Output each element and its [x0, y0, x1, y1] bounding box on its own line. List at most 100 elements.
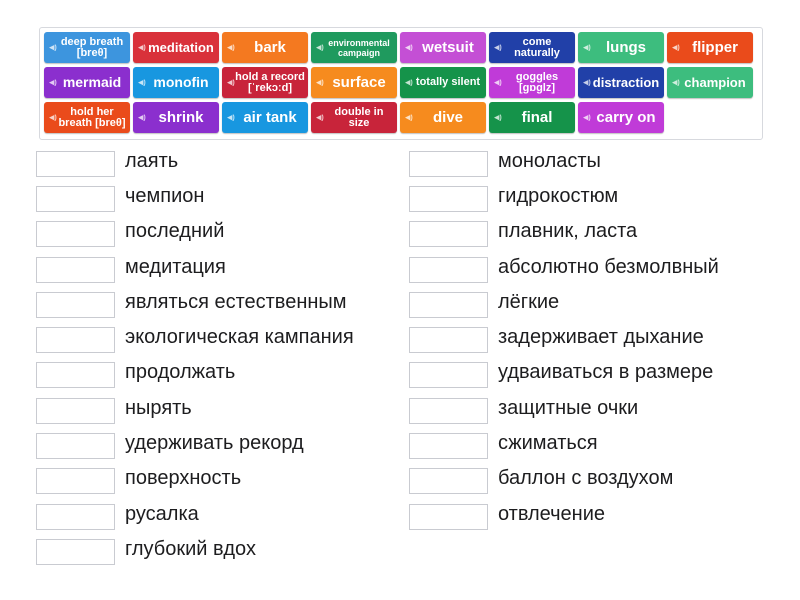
definition-text: защитные очки [498, 397, 639, 419]
tile-bark[interactable]: ◀) bark [222, 32, 308, 63]
answer-slot[interactable] [36, 504, 115, 530]
speaker-icon[interactable]: ◀) [138, 114, 146, 121]
speaker-icon[interactable]: ◀) [49, 114, 57, 121]
answer-slot[interactable] [36, 433, 115, 459]
speaker-icon[interactable]: ◀) [316, 79, 324, 86]
tile-meditation[interactable]: ◀) meditation [133, 32, 219, 63]
tile-come-naturally[interactable]: ◀) come naturally [489, 32, 575, 63]
tile-air-tank[interactable]: ◀) air tank [222, 102, 308, 133]
speaker-icon[interactable]: ◀) [227, 44, 235, 51]
speaker-icon[interactable]: ◀) [138, 44, 146, 51]
definition-text: удваиваться в размере [498, 361, 714, 383]
tile-mermaid[interactable]: ◀) mermaid [44, 67, 130, 98]
answer-slot[interactable] [409, 327, 488, 353]
tile-label: surface [332, 74, 386, 91]
speaker-icon[interactable]: ◀) [405, 79, 413, 86]
answer-slot[interactable] [36, 151, 115, 177]
definition-text: медитация [125, 256, 226, 278]
speaker-icon[interactable]: ◀) [494, 79, 502, 86]
tile-label: carry on [596, 109, 656, 126]
tile-final[interactable]: ◀) final [489, 102, 575, 133]
answer-slot[interactable] [36, 257, 115, 283]
tile-environmental-campaign[interactable]: ◀) environmental campaign [311, 32, 397, 63]
tile-deep-breath[interactable]: ◀) deep breath [breθ] [44, 32, 130, 63]
answer-slot[interactable] [409, 221, 488, 247]
speaker-icon[interactable]: ◀) [49, 44, 57, 51]
tile-distraction[interactable]: ◀) distraction [578, 67, 664, 98]
tile-hold-a-record[interactable]: ◀) hold a record [ˈrekɔːd] [222, 67, 308, 98]
definition-text: гидрокостюм [498, 185, 619, 207]
answer-slot[interactable] [36, 327, 115, 353]
tile-surface[interactable]: ◀) surface [311, 67, 397, 98]
answer-slot[interactable] [409, 151, 488, 177]
speaker-icon[interactable]: ◀) [227, 79, 235, 86]
tile-label: hold a record [ˈrekɔːd] [235, 70, 305, 94]
speaker-icon[interactable]: ◀) [405, 44, 413, 51]
tile-label: mermaid [62, 74, 122, 90]
tile-label: deep breath [breθ] [60, 35, 124, 59]
answer-slot[interactable] [409, 504, 488, 530]
tile-double-in-size[interactable]: ◀) double in size [311, 102, 397, 133]
definition-text: сжиматься [498, 432, 598, 454]
definition-text: являться естественным [125, 291, 347, 313]
tile-wetsuit[interactable]: ◀) wetsuit [400, 32, 486, 63]
speaker-icon[interactable]: ◀) [405, 114, 413, 121]
speaker-icon[interactable]: ◀) [316, 114, 324, 121]
speaker-icon[interactable]: ◀) [583, 114, 591, 121]
definition-text: глубокий вдох [125, 538, 256, 560]
definition-text: нырять [125, 397, 192, 419]
tile-label: dive [432, 109, 463, 126]
speaker-icon[interactable]: ◀) [49, 79, 57, 86]
tile-label: distraction [592, 75, 660, 90]
tile-label: shrink [158, 109, 204, 126]
answer-slot[interactable] [36, 362, 115, 388]
answer-slot[interactable] [409, 292, 488, 318]
tile-flipper[interactable]: ◀) flipper [667, 32, 753, 63]
tile-label: wetsuit [422, 39, 474, 56]
answer-slot[interactable] [36, 539, 115, 565]
tile-label: environmental campaign [328, 37, 390, 58]
speaker-icon[interactable]: ◀) [583, 44, 591, 51]
speaker-icon[interactable]: ◀) [494, 44, 502, 51]
tile-label: final [521, 109, 553, 126]
tile-label: bark [254, 39, 286, 56]
definition-text: лаять [125, 150, 179, 172]
definition-text: поверхность [125, 467, 242, 489]
tile-dive[interactable]: ◀) dive [400, 102, 486, 133]
tile-champion[interactable]: ◀) champion [667, 67, 753, 98]
tile-label: champion [684, 75, 746, 90]
answer-slot[interactable] [409, 433, 488, 459]
answer-slot[interactable] [409, 398, 488, 424]
answer-slot[interactable] [409, 257, 488, 283]
tile-label: air tank [243, 109, 297, 126]
speaker-icon[interactable]: ◀) [494, 114, 502, 121]
definition-text: русалка [125, 503, 199, 525]
answer-slot[interactable] [36, 221, 115, 247]
answer-slot[interactable] [409, 468, 488, 494]
tile-label: hold her breath [breθ] [58, 105, 126, 129]
tile-monofin[interactable]: ◀) monofin [133, 67, 219, 98]
tile-goggles[interactable]: ◀) goggles [gɒglz] [489, 67, 575, 98]
tile-totally-silent[interactable]: ◀) totally silent [400, 67, 486, 98]
speaker-icon[interactable]: ◀) [583, 79, 591, 86]
tile-shrink[interactable]: ◀) shrink [133, 102, 219, 133]
answer-slot[interactable] [36, 398, 115, 424]
tile-label: meditation [148, 40, 214, 55]
answer-slot[interactable] [36, 468, 115, 494]
answer-slot[interactable] [409, 186, 488, 212]
answer-slot[interactable] [36, 292, 115, 318]
definition-text: отвлечение [498, 503, 606, 525]
speaker-icon[interactable]: ◀) [672, 79, 680, 86]
tile-carry-on[interactable]: ◀) carry on [578, 102, 664, 133]
speaker-icon[interactable]: ◀) [227, 114, 235, 121]
word-tile-bank: ◀) deep breath [breθ] ◀) meditation ◀) b… [39, 27, 763, 140]
tile-label: totally silent [415, 76, 481, 88]
tile-hold-her-breath[interactable]: ◀) hold her breath [breθ] [44, 102, 130, 133]
speaker-icon[interactable]: ◀) [316, 44, 324, 51]
definition-text: лёгкие [498, 291, 560, 313]
tile-lungs[interactable]: ◀) lungs [578, 32, 664, 63]
answer-slot[interactable] [409, 362, 488, 388]
answer-slot[interactable] [36, 186, 115, 212]
speaker-icon[interactable]: ◀) [672, 44, 680, 51]
speaker-icon[interactable]: ◀) [138, 79, 146, 86]
